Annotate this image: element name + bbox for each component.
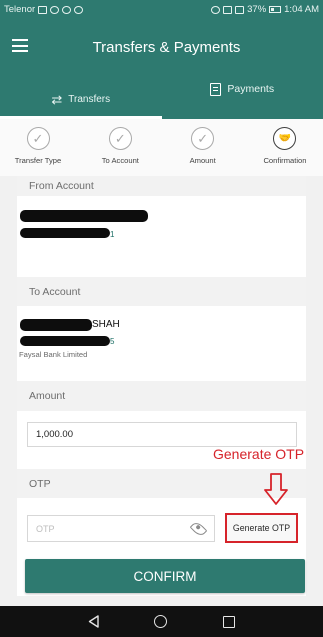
step-label: Confirmation: [263, 156, 307, 165]
system-nav-bar: [0, 606, 323, 637]
handshake-icon: 🤝: [273, 127, 297, 150]
checkmark-icon: ✓: [26, 127, 50, 150]
checkmark-icon: ✓: [108, 127, 132, 150]
clock: 1:04 AM: [284, 4, 319, 15]
tab-payments-label: Payments: [227, 83, 275, 95]
page-title: Transfers & Payments: [92, 39, 241, 56]
chat-icon: [50, 5, 60, 14]
facebook-icon: [74, 5, 84, 14]
generate-otp-button[interactable]: Generate OTP: [225, 513, 298, 543]
tab-bar: ⇄ Transfers Payments: [0, 79, 323, 119]
back-icon[interactable]: [88, 615, 99, 628]
step-transfer-type: ✓ Transfer Type: [8, 119, 68, 176]
eye-icon[interactable]: [189, 519, 208, 538]
signal-icon: [235, 5, 245, 14]
home-icon[interactable]: [154, 615, 168, 628]
status-left: Telenor: [4, 4, 84, 15]
carrier-name: Telenor: [4, 4, 36, 15]
from-account-number-suffix: 1: [110, 230, 115, 239]
checkmark-icon: ✓: [191, 127, 215, 150]
battery-icon: [269, 6, 282, 13]
app-bar: Transfers & Payments ⇄ Transfers Payment…: [0, 19, 323, 119]
vibrate-icon: [223, 5, 233, 14]
otp-header: OTP: [17, 469, 306, 498]
status-right: 37% 1:04 AM: [211, 4, 319, 15]
amount-header: Amount: [17, 381, 306, 411]
annotation-arrow-icon: [264, 473, 288, 505]
step-amount: ✓ Amount: [173, 119, 233, 176]
notification-icon: [38, 5, 48, 14]
to-account-number-suffix: 5: [110, 337, 115, 346]
battery-percent: 37%: [247, 4, 267, 15]
step-confirmation: 🤝 Confirmation: [255, 119, 315, 176]
recent-apps-icon[interactable]: [223, 615, 236, 628]
step-label: Amount: [189, 156, 216, 165]
bank-name: Faysal Bank Limited: [19, 350, 88, 359]
tab-transfers-label: Transfers: [68, 93, 111, 105]
confirmation-card: From Account 1 To Account SHAH 5 Faysal …: [17, 176, 306, 596]
progress-stepper: ✓ Transfer Type ✓ To Account ✓ Amount 🤝 …: [0, 119, 323, 176]
otp-placeholder: OTP: [36, 523, 55, 534]
transfer-arrows-icon: ⇄: [51, 91, 63, 107]
from-account-header: From Account: [17, 176, 306, 196]
confirm-button[interactable]: CONFIRM: [25, 559, 305, 593]
to-account-header: To Account: [17, 277, 306, 306]
redacted-to-name: [20, 319, 92, 331]
tab-payments[interactable]: Payments: [162, 79, 323, 119]
document-icon: [210, 83, 222, 96]
step-label: Transfer Type: [14, 156, 62, 165]
tab-transfers[interactable]: ⇄ Transfers: [0, 79, 162, 119]
amount-field[interactable]: 1,000.00: [27, 422, 297, 447]
step-label: To Account: [101, 156, 139, 165]
redacted-from-number: [20, 228, 110, 238]
alarm-icon: [211, 5, 221, 14]
redacted-to-number: [20, 336, 110, 346]
step-to-account: ✓ To Account: [90, 119, 150, 176]
status-bar: Telenor 37% 1:04 AM: [0, 0, 323, 19]
redacted-from-name: [20, 210, 148, 222]
whatsapp-icon: [62, 5, 72, 14]
otp-input[interactable]: OTP: [27, 515, 215, 542]
to-account-name-suffix: SHAH: [92, 319, 120, 330]
annotation-label: Generate OTP: [213, 446, 305, 462]
